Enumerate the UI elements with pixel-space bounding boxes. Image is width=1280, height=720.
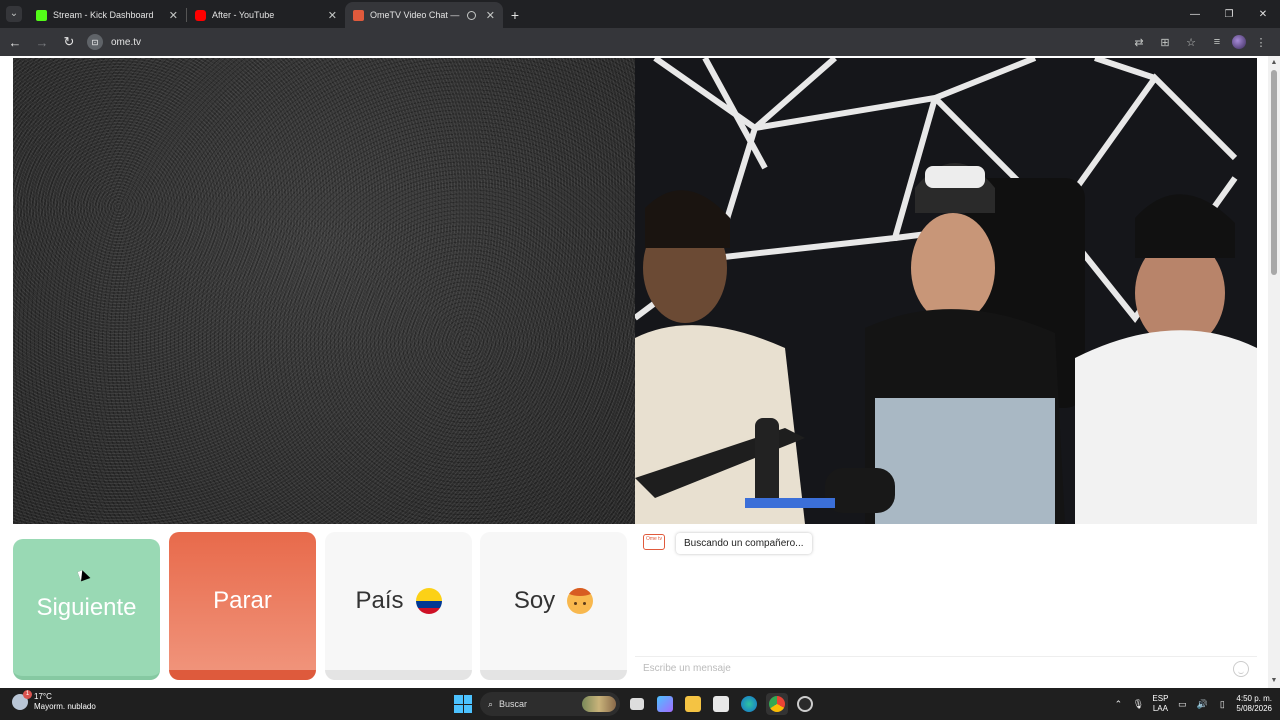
folder-icon	[685, 696, 701, 712]
site-info-icon[interactable]: ⊡	[87, 34, 103, 50]
obs-button[interactable]	[794, 693, 816, 715]
widgets-icon	[657, 696, 673, 712]
cloud-weather-icon	[12, 690, 32, 710]
reload-icon[interactable]: ↻	[57, 30, 81, 54]
language-indicator[interactable]: ESP LAA	[1152, 694, 1168, 714]
chat-status-message: Buscando un compañero...	[676, 533, 812, 554]
tab-search-button[interactable]: ⌄	[0, 0, 28, 28]
video-noise	[13, 58, 635, 524]
minimize-icon[interactable]: —	[1178, 0, 1212, 28]
stop-button-label: Parar	[213, 587, 272, 614]
tab-kick-dashboard[interactable]: Stream - Kick Dashboard ✕	[28, 2, 186, 28]
chrome-button[interactable]	[766, 693, 788, 715]
scroll-up-icon[interactable]: ▲	[1270, 59, 1278, 67]
ometv-logo-icon: Ome tv	[643, 534, 665, 550]
url-text: ome.tv	[111, 36, 142, 48]
taskbar-search[interactable]: ⌕ Buscar	[480, 692, 620, 716]
browser-tab-strip: ⌄ Stream - Kick Dashboard ✕ After - YouT…	[0, 0, 1280, 28]
youtube-favicon-icon	[195, 9, 206, 21]
clock-time: 4:50 p. m.	[1236, 694, 1272, 703]
restore-icon[interactable]: ❐	[1212, 0, 1246, 28]
toolbar-actions: ⇄ ⊞ ☆ ≡ ⋮	[1128, 28, 1272, 56]
obs-icon	[797, 696, 813, 712]
media-controls-icon[interactable]: ≡	[1206, 31, 1228, 53]
chat-input-row	[635, 656, 1257, 680]
battery-icon[interactable]: ▯	[1216, 698, 1228, 710]
weather-temperature: 17°C	[34, 692, 52, 701]
language-code: ESP	[1152, 694, 1169, 703]
chat-message-input[interactable]	[643, 663, 1233, 674]
windows-logo-icon	[454, 695, 472, 713]
close-icon[interactable]: ✕	[328, 9, 337, 22]
translate-icon[interactable]: ⇄	[1128, 31, 1150, 53]
widgets-button[interactable]	[654, 693, 676, 715]
ometv-favicon-icon	[353, 9, 364, 21]
country-button-label: País	[355, 587, 404, 614]
window-controls: — ❐ ✕	[1178, 0, 1280, 28]
edge-icon	[741, 696, 757, 712]
taskbar-apps: ⌕ Buscar	[452, 691, 816, 717]
search-highlight-image	[582, 696, 616, 712]
next-button[interactable]: Siguiente	[13, 539, 160, 680]
tab-ometv[interactable]: OmeTV Video Chat — Ome ✕	[345, 2, 503, 28]
new-tab-button[interactable]: +	[503, 2, 527, 28]
clock[interactable]: 4:50 p. m. 5/08/2026	[1236, 694, 1272, 714]
profile-avatar-icon[interactable]	[1232, 35, 1246, 49]
recording-indicator-icon	[466, 10, 476, 20]
task-view-icon	[630, 698, 644, 710]
partner-video	[635, 58, 1257, 524]
microphone-icon[interactable]: 🎙	[1132, 698, 1144, 710]
tab-title: Stream - Kick Dashboard	[53, 10, 154, 20]
kick-favicon-icon	[36, 9, 47, 21]
file-explorer-button[interactable]	[682, 693, 704, 715]
store-button[interactable]	[710, 693, 732, 715]
local-video-static	[13, 58, 635, 524]
edge-button[interactable]	[738, 693, 760, 715]
browser-toolbar: ← → ↻ ⊡ ome.tv ⇄ ⊞ ☆ ≡ ⋮	[0, 28, 1280, 56]
partner-video-frame	[635, 58, 1257, 524]
system-tray: ⌃ 🎙 ESP LAA ▭ 🔊 ▯ 4:50 p. m. 5/08/2026	[1112, 691, 1272, 717]
weather-widget[interactable]: 17°C Mayorm. nublado	[12, 690, 96, 712]
gender-button[interactable]: Soy	[480, 532, 627, 680]
keyboard-layout: LAA	[1152, 704, 1168, 713]
tab-youtube[interactable]: After - YouTube ✕	[187, 2, 345, 28]
install-app-icon[interactable]: ⊞	[1154, 31, 1176, 53]
chat-panel: Ome tv Buscando un compañero...	[635, 524, 1257, 680]
store-icon	[713, 696, 729, 712]
back-arrow-icon[interactable]: ←	[3, 30, 27, 54]
weather-description: Mayorm. nublado	[34, 702, 96, 711]
clock-date: 5/08/2026	[1236, 704, 1272, 713]
tab-title: OmeTV Video Chat — Ome	[370, 10, 461, 20]
taskbar-search-label: Buscar	[499, 699, 528, 709]
chevron-up-icon[interactable]: ⌃	[1112, 698, 1124, 710]
colombia-flag-icon	[415, 588, 442, 614]
task-view-button[interactable]	[626, 693, 648, 715]
address-bar[interactable]: ⊡ ome.tv	[87, 31, 141, 53]
volume-icon[interactable]: 🔊	[1196, 698, 1208, 710]
windows-taskbar: 17°C Mayorm. nublado ⌕ Buscar ⌃ 🎙 ESP LA…	[0, 688, 1280, 720]
emoji-picker-icon[interactable]	[1233, 660, 1249, 677]
weather-text: 17°C Mayorm. nublado	[34, 692, 96, 712]
country-button[interactable]: País	[325, 532, 472, 680]
close-icon[interactable]: ✕	[169, 9, 178, 22]
start-button[interactable]	[452, 693, 474, 715]
search-icon: ⌕	[488, 698, 494, 709]
forward-arrow-icon[interactable]: →	[30, 30, 54, 54]
scroll-down-icon[interactable]: ▼	[1270, 677, 1278, 685]
bookmark-star-icon[interactable]: ☆	[1180, 31, 1202, 53]
network-icon[interactable]: ▭	[1176, 698, 1188, 710]
tab-title: After - YouTube	[212, 10, 275, 20]
stop-button[interactable]: Parar	[169, 532, 316, 680]
page-scrollbar[interactable]: ▲ ▼	[1268, 56, 1280, 688]
chevron-down-icon: ⌄	[6, 6, 22, 22]
scrollbar-thumb[interactable]	[1271, 70, 1277, 275]
close-window-icon[interactable]: ✕	[1246, 0, 1280, 28]
ometv-page: Siguiente Parar País Soy Ome tv Buscando…	[0, 56, 1280, 688]
menu-kebab-icon[interactable]: ⋮	[1250, 31, 1272, 53]
next-button-label: Siguiente	[36, 593, 137, 621]
boy-emoji-icon	[567, 588, 594, 614]
close-icon[interactable]: ✕	[486, 9, 495, 22]
gender-button-label: Soy	[513, 587, 556, 614]
chrome-icon	[769, 696, 785, 712]
